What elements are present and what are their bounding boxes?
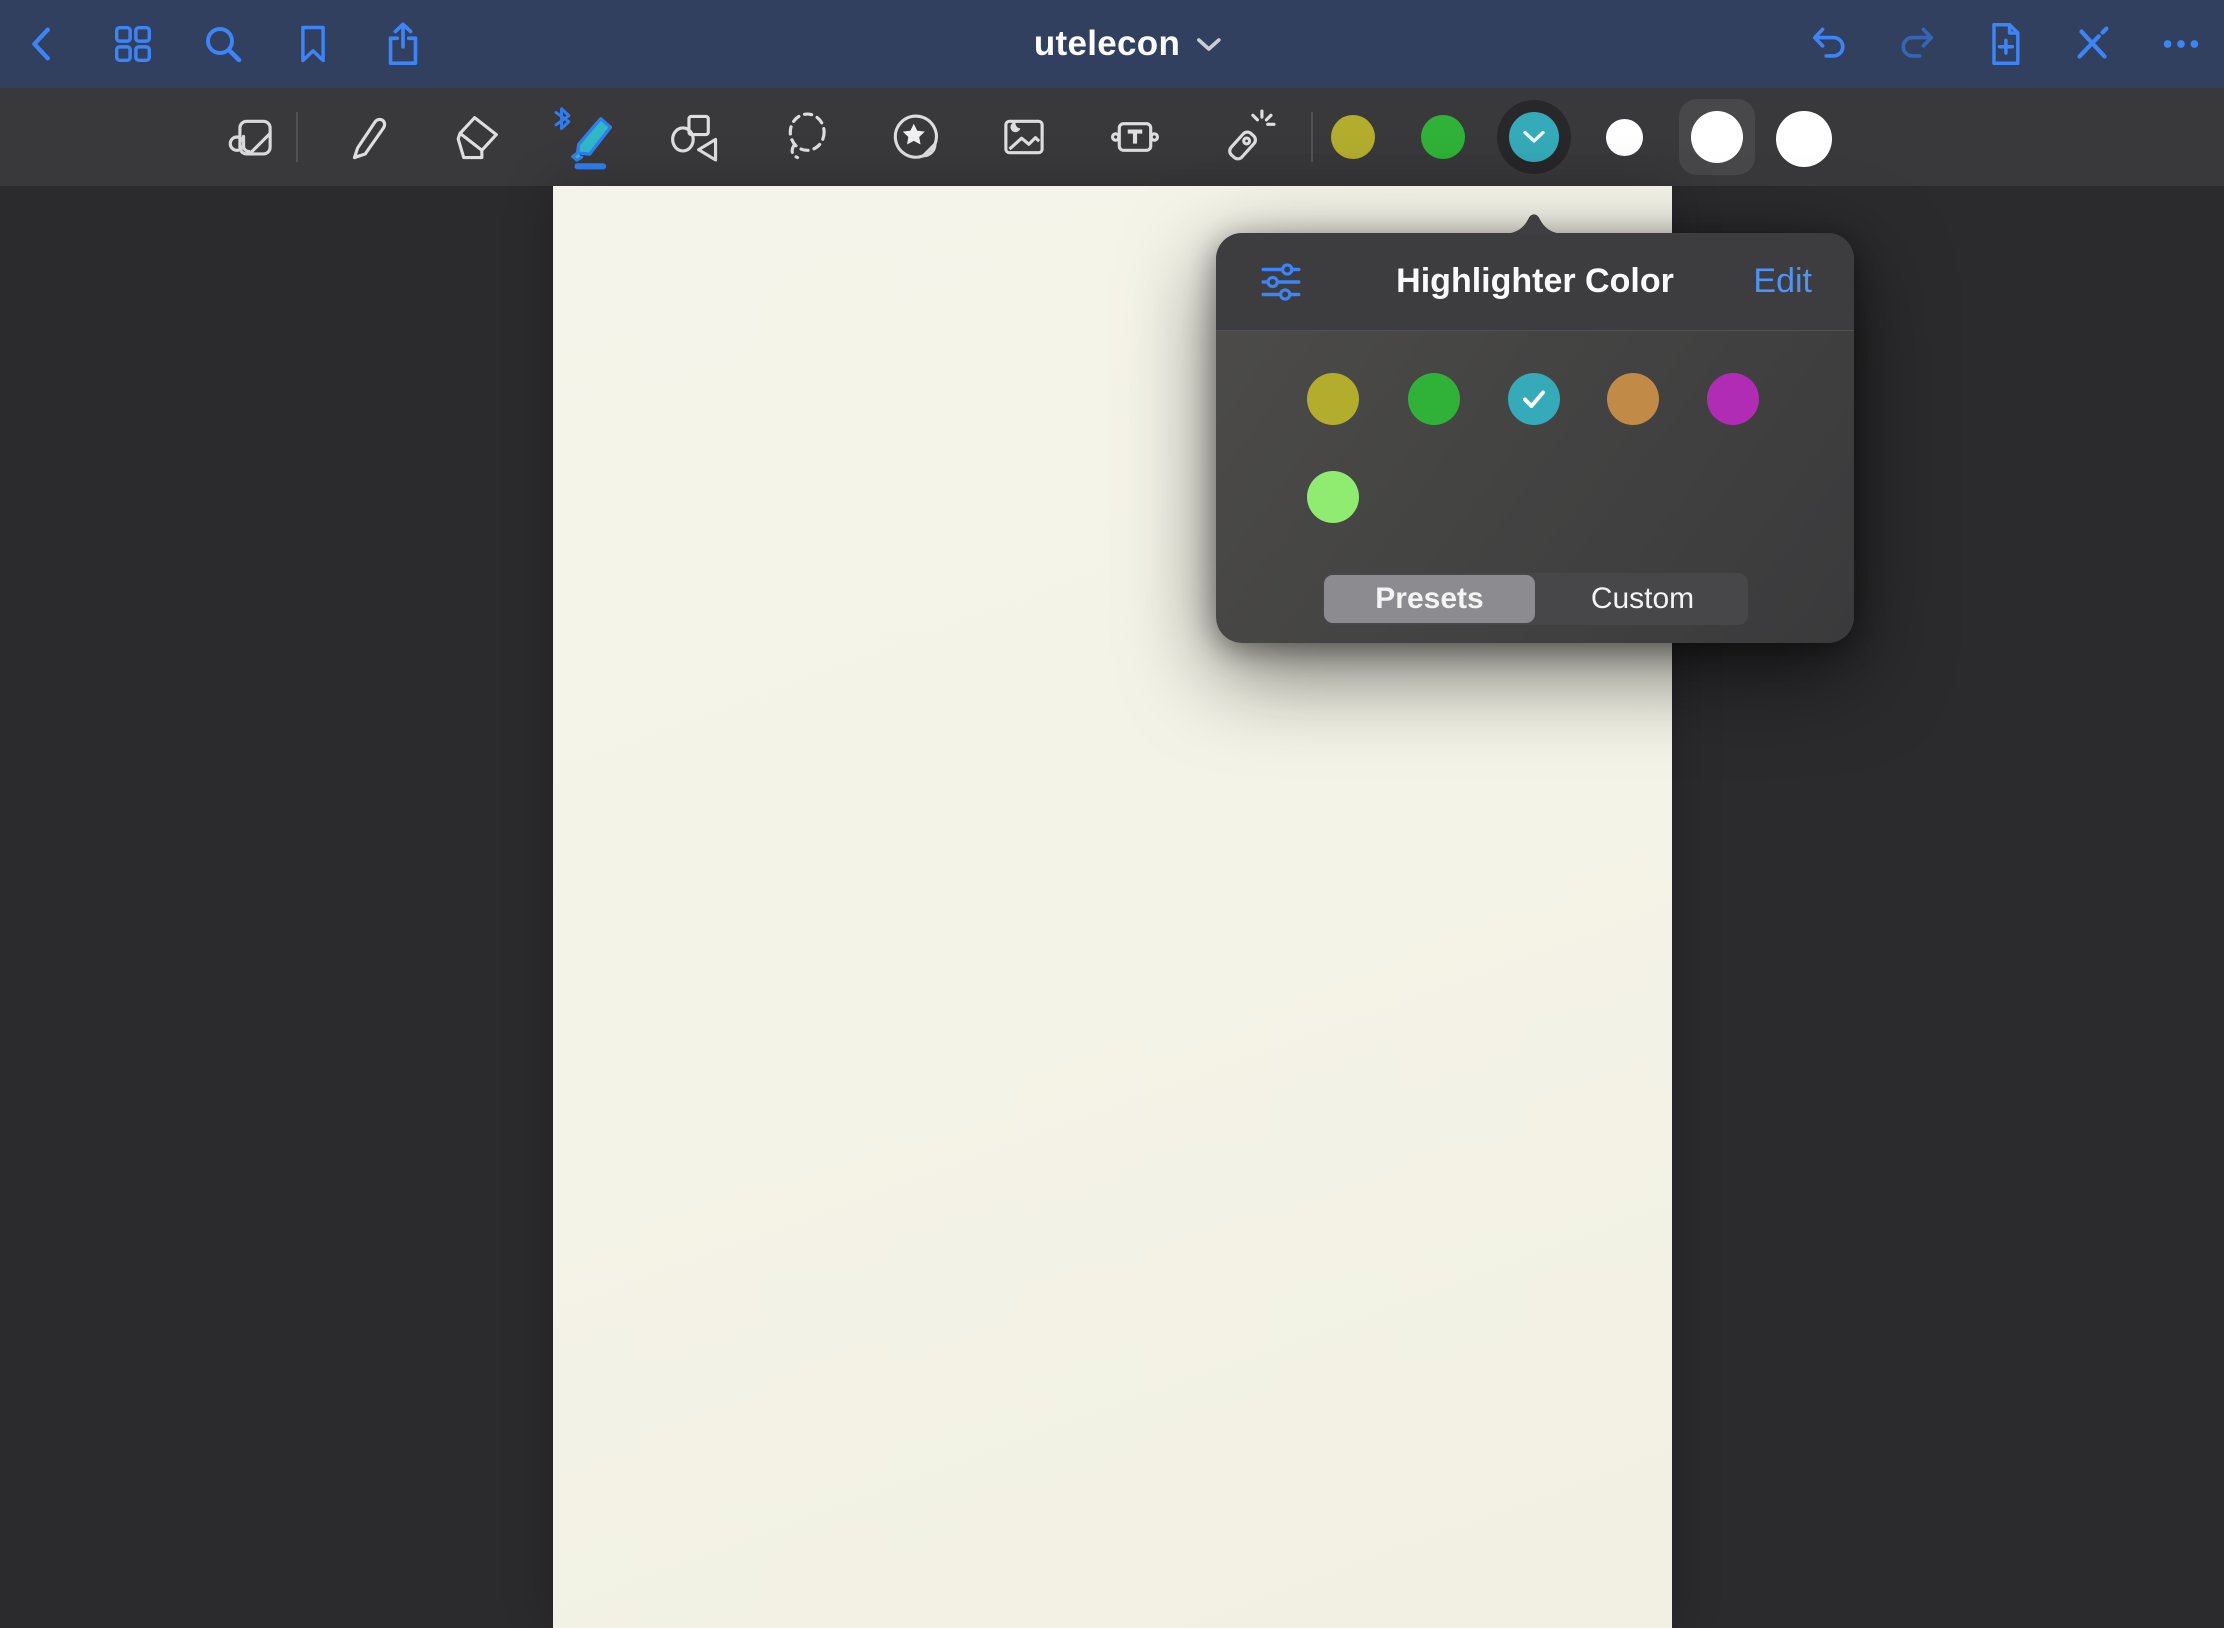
panning-tool-icon: [223, 108, 281, 166]
laser-pointer-tool-icon: [1216, 108, 1274, 166]
eraser-tool-icon: [448, 108, 506, 166]
nav-left-group: [18, 0, 428, 88]
pen-mode-off-icon: [2070, 21, 2116, 67]
undo-icon: [1805, 22, 1853, 66]
bookmark-icon: [291, 20, 335, 68]
back-button[interactable]: [18, 17, 68, 71]
image-tool-button[interactable]: [989, 102, 1059, 172]
add-page-icon: [1983, 19, 2027, 69]
redo-icon: [1893, 22, 1941, 66]
swatch-magenta[interactable]: [1707, 373, 1759, 425]
highlighter-color-popover: Highlighter Color Edit: [1216, 233, 1854, 643]
swatch-olive[interactable]: [1307, 373, 1359, 425]
text-tool-button[interactable]: [1100, 102, 1170, 172]
thickness-large[interactable]: [1776, 111, 1832, 167]
share-button[interactable]: [378, 17, 428, 71]
text-tool-icon: [1106, 108, 1164, 166]
pen-mode-toggle-button[interactable]: [2068, 17, 2118, 71]
thickness-small[interactable]: [1606, 119, 1643, 156]
document-title: utelecon: [1034, 24, 1180, 64]
popover-header: Highlighter Color Edit: [1216, 233, 1854, 331]
thickness-medium-selected[interactable]: [1679, 99, 1755, 175]
sticker-tool-icon: [886, 108, 944, 166]
checkmark-icon: [1521, 388, 1547, 410]
highlighter-tool-button[interactable]: [551, 102, 621, 172]
tool-options-button[interactable]: [1256, 257, 1306, 312]
top-navigation-bar: utelecon: [0, 0, 2224, 88]
segment-custom[interactable]: Custom: [1537, 573, 1748, 625]
shapes-tool-button[interactable]: [660, 102, 730, 172]
back-icon: [20, 21, 66, 67]
highlighter-tool-icon: [554, 104, 618, 170]
lasso-tool-icon: [777, 108, 835, 166]
presets-custom-segmented-control: Presets Custom: [1322, 573, 1748, 625]
toolbar-divider: [296, 112, 298, 162]
toolbar-divider: [1311, 112, 1313, 162]
edit-link[interactable]: Edit: [1753, 262, 1812, 301]
image-tool-icon: [995, 108, 1053, 166]
eraser-tool-button[interactable]: [442, 102, 512, 172]
swatch-orange[interactable]: [1607, 373, 1659, 425]
lasso-tool-button[interactable]: [771, 102, 841, 172]
pages-grid-button[interactable]: [108, 17, 158, 71]
pages-grid-icon: [110, 21, 156, 67]
swatch-teal-selected[interactable]: [1508, 373, 1560, 425]
redo-button[interactable]: [1892, 17, 1942, 71]
thickness-medium: [1691, 111, 1743, 163]
swatch-light-green[interactable]: [1307, 471, 1359, 523]
toolbar-color-teal-selected[interactable]: [1497, 100, 1571, 174]
add-page-button[interactable]: [1980, 17, 2030, 71]
pen-tool-button[interactable]: [331, 102, 401, 172]
more-icon: [2157, 21, 2205, 67]
laser-pointer-tool-button[interactable]: [1210, 102, 1280, 172]
toolbar-color-teal: [1509, 112, 1559, 162]
undo-button[interactable]: [1804, 17, 1854, 71]
share-icon: [380, 19, 426, 69]
pen-tool-icon: [337, 108, 395, 166]
bluetooth-icon: [556, 109, 569, 129]
more-button[interactable]: [2156, 17, 2206, 71]
toolbar-color-olive[interactable]: [1331, 115, 1375, 159]
bookmark-button[interactable]: [288, 17, 338, 71]
shapes-tool-icon: [666, 108, 724, 166]
swatch-green[interactable]: [1408, 373, 1460, 425]
sliders-icon: [1256, 257, 1306, 307]
canvas-background: [0, 186, 2224, 1628]
panning-tool-button[interactable]: [217, 102, 287, 172]
search-button[interactable]: [198, 17, 248, 71]
toolbar-color-green[interactable]: [1421, 115, 1465, 159]
nav-right-group: [1804, 0, 2206, 88]
chevron-down-icon: [1522, 129, 1546, 145]
document-title-button[interactable]: utelecon: [1034, 0, 1222, 88]
popover-arrow: [1502, 206, 1566, 234]
app-window: utelecon: [0, 0, 2224, 1628]
sticker-tool-button[interactable]: [880, 102, 950, 172]
chevron-down-icon: [1196, 34, 1222, 54]
search-icon: [199, 20, 247, 68]
tools-toolbar: [0, 88, 2224, 186]
segment-presets[interactable]: Presets: [1324, 575, 1535, 623]
